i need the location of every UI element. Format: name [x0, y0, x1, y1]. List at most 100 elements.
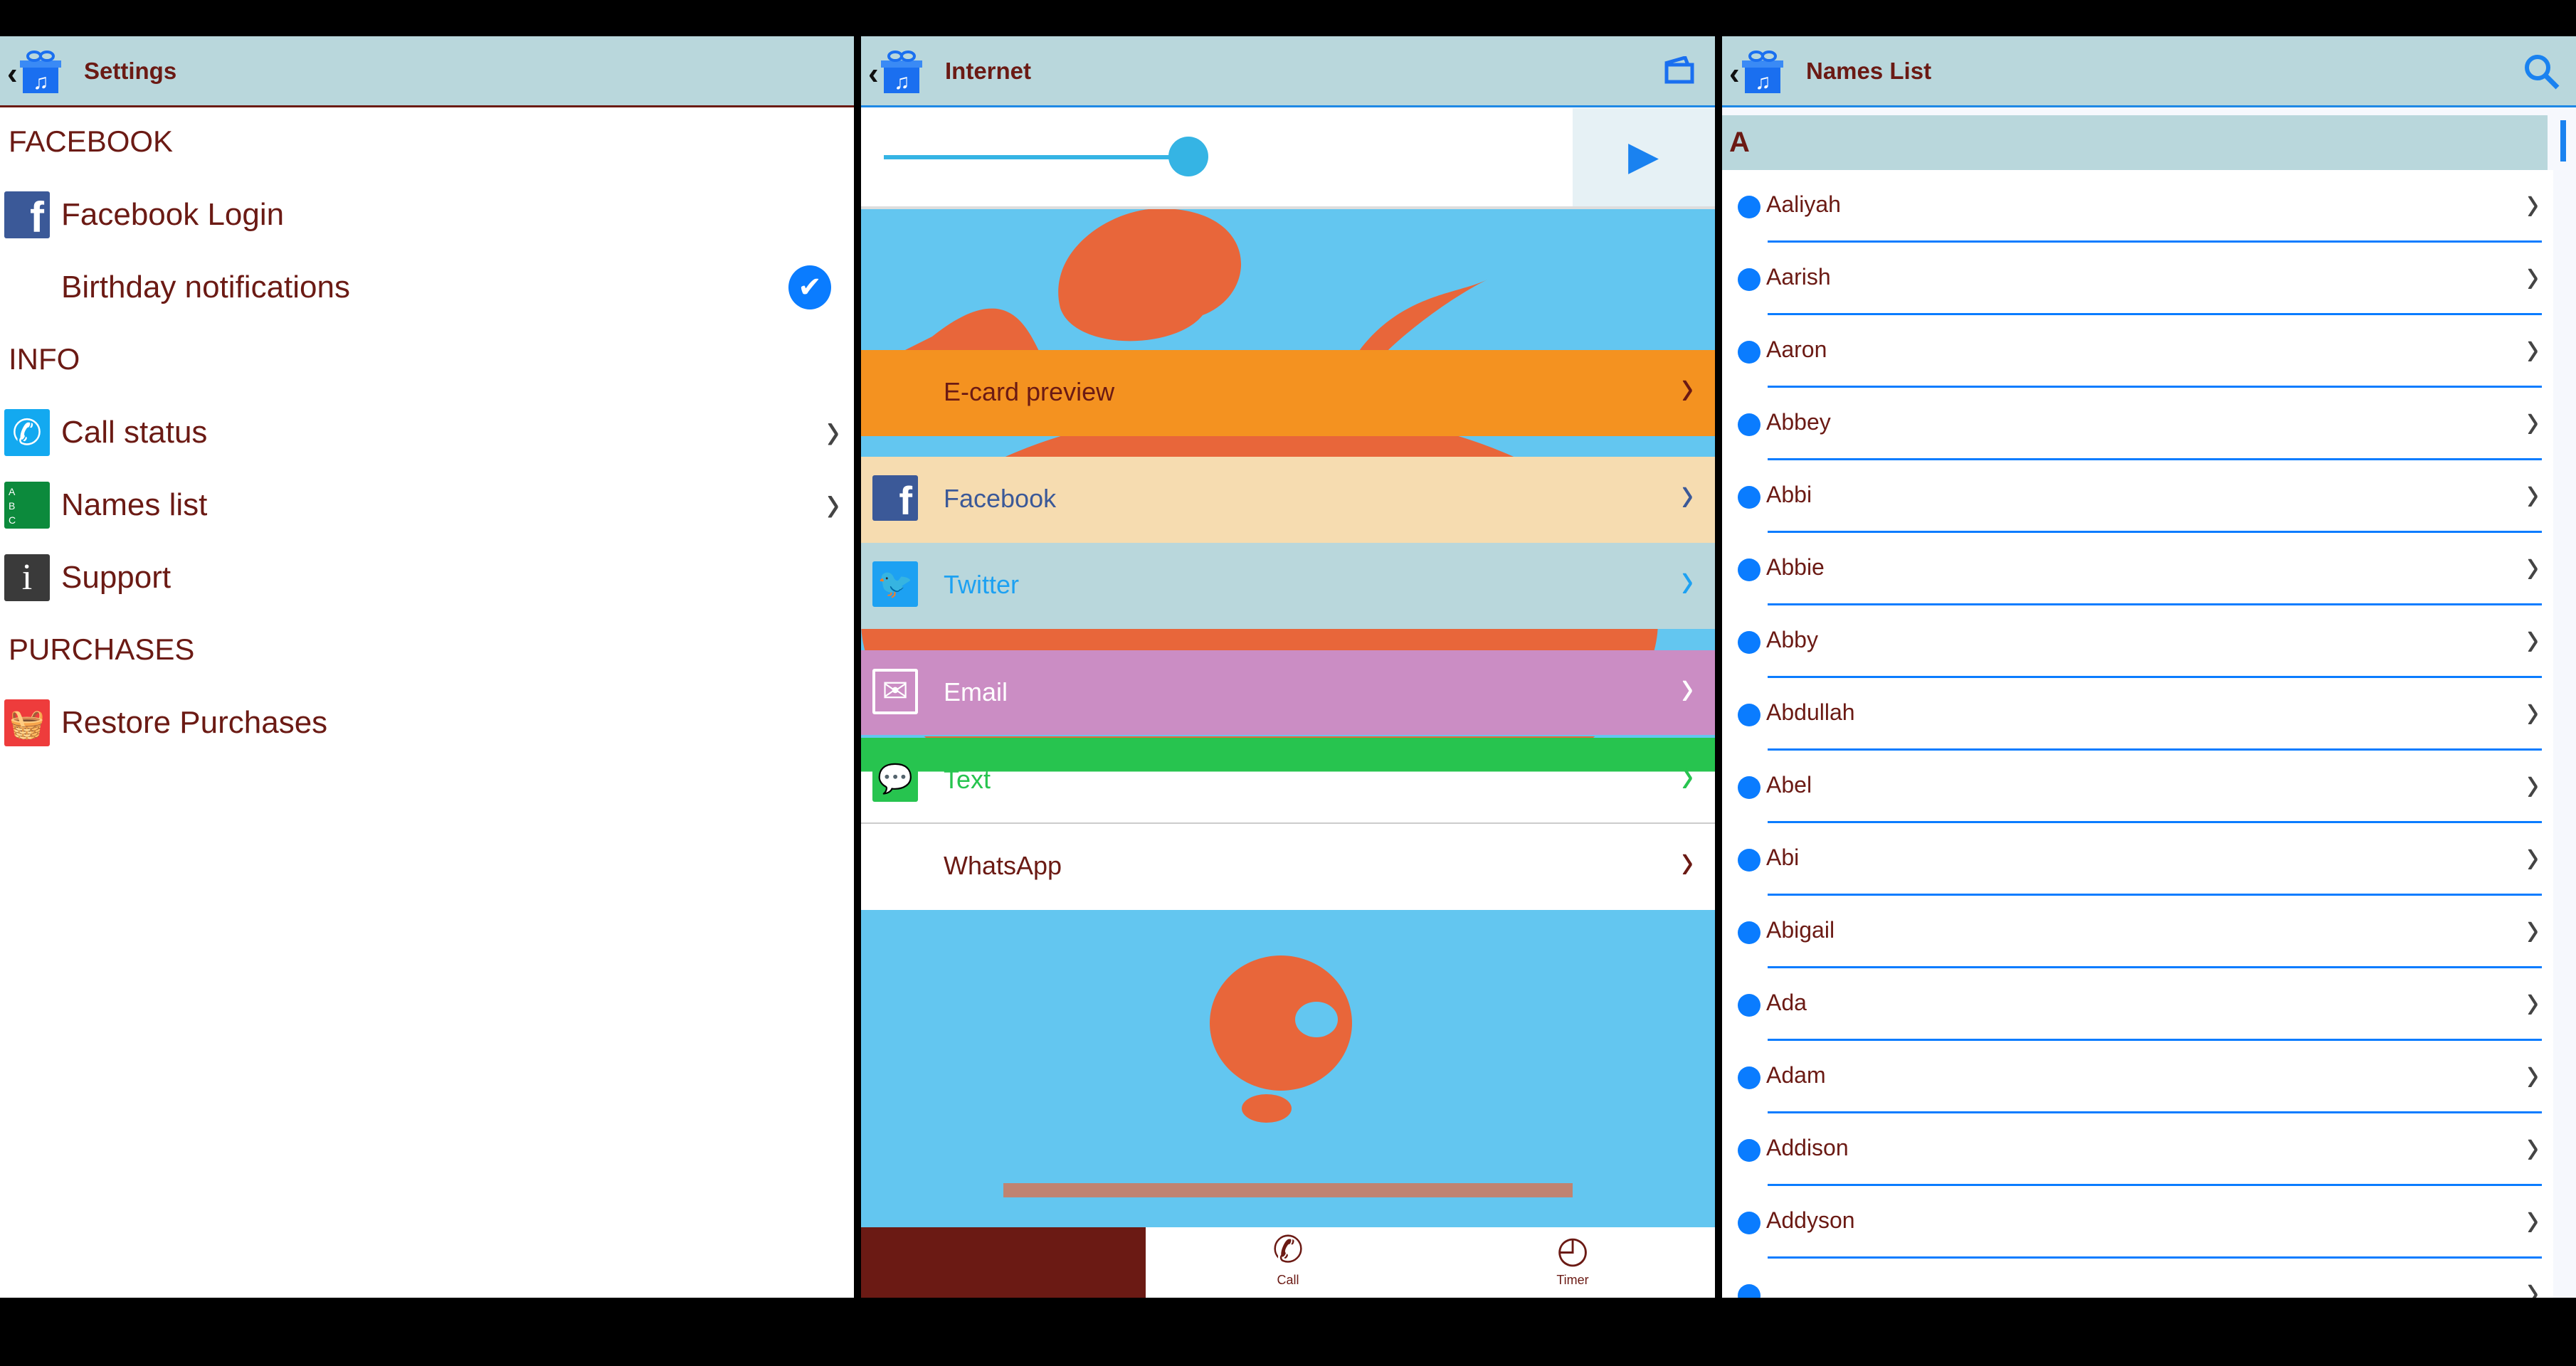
name-label: Abbie	[1766, 554, 1825, 580]
nav-tab-active[interactable]	[861, 1227, 1146, 1298]
chevron-right-icon: ›	[2526, 536, 2539, 595]
back-chevron-icon[interactable]: ‹	[1729, 56, 1740, 92]
name-list-item[interactable]: Abbi ›	[1722, 460, 2553, 533]
chevron-right-icon: ›	[2526, 827, 2539, 885]
chevron-right-icon: ›	[1681, 465, 1694, 523]
envelope-icon: ✉	[872, 669, 918, 714]
bullet-icon	[1738, 631, 1761, 654]
text-share-item[interactable]: 💬 Text ›	[861, 738, 1715, 824]
ecard-preview-item[interactable]: E-card preview ›	[861, 350, 1715, 436]
email-share-item[interactable]: ✉ Email ›	[861, 650, 1715, 736]
facebook-icon: f	[4, 191, 50, 241]
chevron-right-icon: ›	[1681, 551, 1694, 609]
twitter-share-item[interactable]: 🐦 Twitter ›	[861, 543, 1715, 629]
whatsapp-share-item[interactable]: WhatsApp ›	[861, 824, 1715, 910]
name-label: Abel	[1766, 772, 1812, 798]
chevron-right-icon: ›	[2526, 174, 2539, 232]
nav-label: Call	[1277, 1273, 1299, 1287]
search-icon[interactable]	[2522, 52, 2560, 90]
name-list-item[interactable]: Addyson ›	[1722, 1186, 2553, 1259]
name-list-item[interactable]: Aarish ›	[1722, 243, 2553, 315]
name-label: Aaron	[1766, 337, 1827, 362]
facebook-share-item[interactable]: f Facebook ›	[861, 457, 1715, 543]
section-info: INFO	[9, 342, 80, 376]
bullet-icon	[1738, 413, 1761, 436]
bullet-icon	[1738, 1212, 1761, 1234]
speech-bubble-icon: 💬	[872, 756, 918, 802]
names-list-panel: ‹ ♫ Names List A Aaliyah › Aarish › Aaron › Ab…	[1722, 36, 2576, 1298]
name-list-item[interactable]: Aaron ›	[1722, 315, 2553, 388]
name-list-item[interactable]: Adam ›	[1722, 1041, 2553, 1113]
timer-icon: ◴	[1556, 1229, 1589, 1271]
bullet-icon	[1738, 486, 1761, 509]
checkbox-checked-icon[interactable]: ✔	[788, 265, 831, 309]
restore-purchases-item[interactable]: 🧺 Restore Purchases	[0, 687, 854, 759]
chevron-right-icon: ›	[2526, 1190, 2539, 1248]
bullet-icon	[1738, 994, 1761, 1017]
name-label: Abdullah	[1766, 699, 1855, 725]
chevron-right-icon: ›	[2526, 754, 2539, 812]
bullet-icon	[1738, 1139, 1761, 1162]
item-label: Restore Purchases	[61, 705, 328, 740]
item-label: Facebook Login	[61, 197, 285, 232]
name-list-item[interactable]: Abel ›	[1722, 751, 2553, 823]
card-icon[interactable]	[1664, 56, 1695, 85]
bullet-icon	[1738, 1066, 1761, 1089]
section-facebook: FACEBOOK	[9, 125, 174, 158]
chevron-right-icon: ›	[2526, 1117, 2539, 1175]
chevron-right-icon: ›	[826, 398, 840, 461]
bullet-icon	[1738, 849, 1761, 872]
bottom-nav: ✆ Call ◴ Timer	[861, 1227, 1715, 1298]
audio-player: ▶	[861, 108, 1715, 209]
scrollbar[interactable]	[2560, 120, 2566, 162]
settings-panel: ‹ ♫ Settings FACEBOOK f Facebook Login B…	[0, 36, 854, 1298]
page-title: Settings	[84, 58, 177, 84]
chevron-right-icon: ›	[2526, 609, 2539, 667]
name-label: Abby	[1766, 627, 1818, 652]
name-label: Ada	[1766, 990, 1807, 1015]
name-list-item[interactable]: Abby ›	[1722, 605, 2553, 678]
basket-icon: 🧺	[4, 699, 50, 746]
section-header-a: A	[1722, 115, 2548, 171]
call-status-item[interactable]: ✆ Call status ›	[0, 396, 854, 469]
settings-header: ‹ ♫ Settings	[0, 36, 854, 107]
names-list-item[interactable]: ABC Names list ›	[0, 469, 854, 541]
support-item[interactable]: i Support	[0, 541, 854, 614]
gift-music-icon[interactable]: ♫	[1741, 49, 1785, 95]
nav-tab-timer[interactable]: ◴ Timer	[1430, 1227, 1715, 1298]
back-chevron-icon[interactable]: ‹	[868, 56, 879, 92]
internet-panel: ‹ ♫ Internet ▶ E-card preview › f Facebo…	[861, 36, 1715, 1298]
name-list-item[interactable]: Addison ›	[1722, 1113, 2553, 1186]
facebook-login-item[interactable]: f Facebook Login	[0, 179, 854, 251]
item-label: WhatsApp	[944, 851, 1062, 880]
gift-music-icon[interactable]: ♫	[880, 49, 924, 95]
name-list-item[interactable]: ›	[1722, 1259, 2553, 1298]
bullet-icon	[1738, 704, 1761, 726]
name-list-item[interactable]: Ada ›	[1722, 968, 2553, 1041]
name-label: Addyson	[1766, 1207, 1855, 1233]
birthday-notifications-item[interactable]: Birthday notifications ✔	[0, 251, 854, 324]
back-chevron-icon[interactable]: ‹	[7, 56, 18, 92]
bullet-icon	[1738, 196, 1761, 218]
slider-track[interactable]	[884, 155, 1190, 159]
name-list-item[interactable]: Abi ›	[1722, 823, 2553, 896]
chevron-right-icon: ›	[2526, 899, 2539, 958]
chevron-right-icon: ›	[1681, 658, 1694, 716]
item-label: Names list	[61, 487, 208, 522]
name-list-item[interactable]: Abbey ›	[1722, 388, 2553, 460]
slider-thumb[interactable]	[1168, 137, 1208, 176]
item-label: Support	[61, 560, 171, 595]
gift-music-icon[interactable]: ♫	[19, 49, 63, 95]
play-button[interactable]: ▶	[1573, 108, 1715, 206]
name-list-item[interactable]: Abbie ›	[1722, 533, 2553, 605]
name-list-item[interactable]: Abigail ›	[1722, 896, 2553, 968]
nav-tab-call[interactable]: ✆ Call	[1146, 1227, 1430, 1298]
play-icon: ▶	[1628, 133, 1659, 178]
chevron-right-icon: ›	[2526, 391, 2539, 450]
name-list-item[interactable]: Abdullah ›	[1722, 678, 2553, 751]
chevron-right-icon: ›	[826, 470, 840, 534]
chevron-right-icon: ›	[2526, 682, 2539, 740]
chevron-right-icon: ›	[2526, 1044, 2539, 1103]
name-list-item[interactable]: Aaliyah ›	[1722, 170, 2553, 243]
name-label: Abigail	[1766, 917, 1835, 943]
